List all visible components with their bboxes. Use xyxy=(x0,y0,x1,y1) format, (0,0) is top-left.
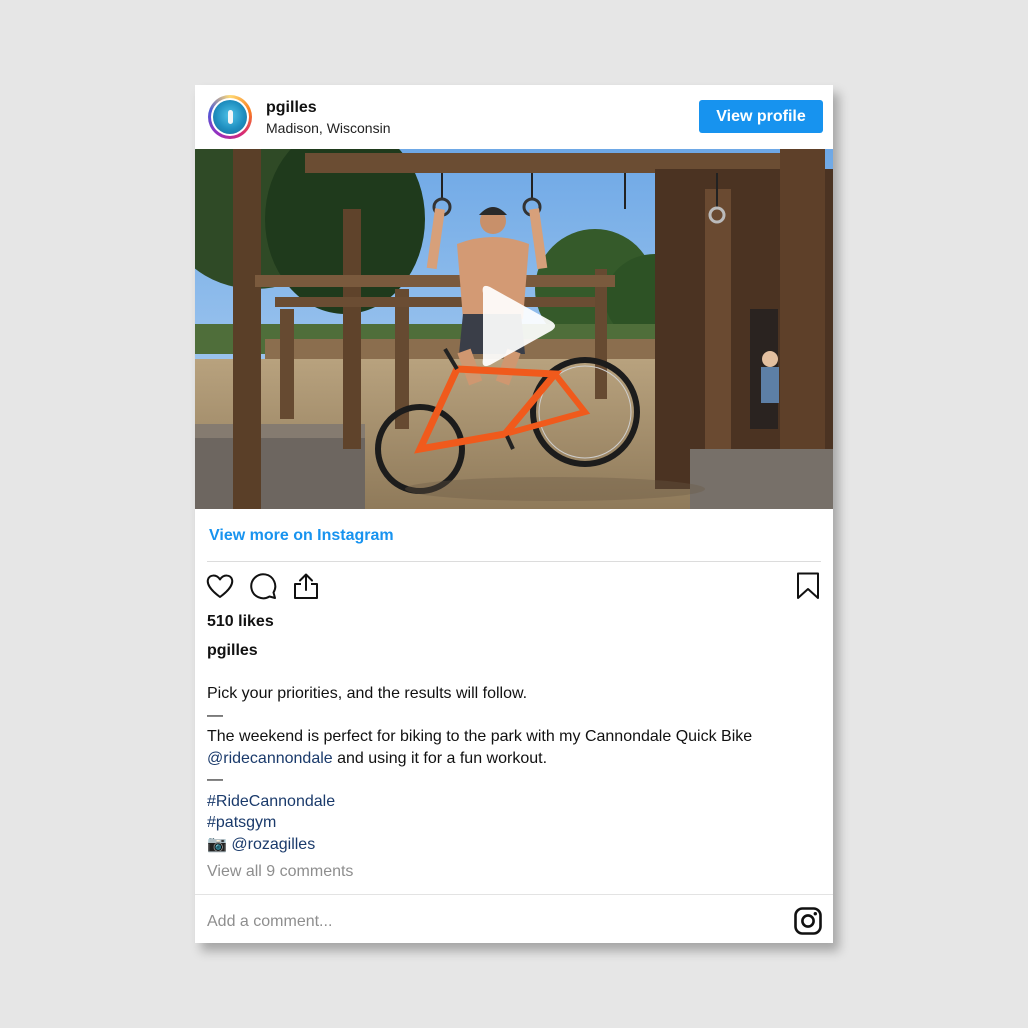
hashtag-link[interactable]: #RideCannondale xyxy=(207,793,335,810)
caption-line: Pick your priorities, and the results wi… xyxy=(207,685,528,702)
caption-separator: — xyxy=(207,771,223,788)
caption-line: The weekend is perfect for biking to the… xyxy=(207,728,753,745)
mention-link[interactable]: @ridecannondale xyxy=(207,750,333,767)
post-username[interactable]: pgilles xyxy=(266,99,317,117)
heart-icon[interactable] xyxy=(205,571,235,601)
divider xyxy=(207,561,821,562)
caption-line: @ridecannondale and using it for a fun w… xyxy=(207,748,817,770)
caption-separator: — xyxy=(207,706,223,724)
mention-link[interactable]: @rozagilles xyxy=(231,836,315,853)
hashtag-link[interactable]: #patsgym xyxy=(207,814,276,831)
caption-text: and using it for a fun workout. xyxy=(332,749,548,767)
avatar[interactable] xyxy=(208,95,252,139)
instagram-embed-card: pgilles Madison, Wisconsin View profile xyxy=(195,85,833,943)
share-icon[interactable] xyxy=(291,571,321,601)
bookmark-icon[interactable] xyxy=(793,571,823,601)
view-all-comments-link[interactable]: View all 9 comments xyxy=(207,863,353,881)
post-location[interactable]: Madison, Wisconsin xyxy=(266,120,391,136)
view-profile-button[interactable]: View profile xyxy=(699,100,823,133)
caption-username[interactable]: pgilles xyxy=(207,642,258,660)
likes-count[interactable]: 510 likes xyxy=(207,613,274,631)
view-more-on-instagram-link[interactable]: View more on Instagram xyxy=(209,527,394,545)
video-thumbnail xyxy=(195,149,833,509)
avatar-photo xyxy=(213,100,247,134)
comment-icon[interactable] xyxy=(248,571,278,601)
instagram-icon[interactable] xyxy=(793,906,823,936)
camera-icon: 📷 xyxy=(207,835,227,853)
post-caption: Pick your priorities, and the results wi… xyxy=(207,683,817,855)
video-media[interactable] xyxy=(195,149,833,509)
divider xyxy=(195,894,833,895)
post-header: pgilles Madison, Wisconsin View profile xyxy=(195,85,833,149)
add-comment-input[interactable] xyxy=(207,911,767,933)
